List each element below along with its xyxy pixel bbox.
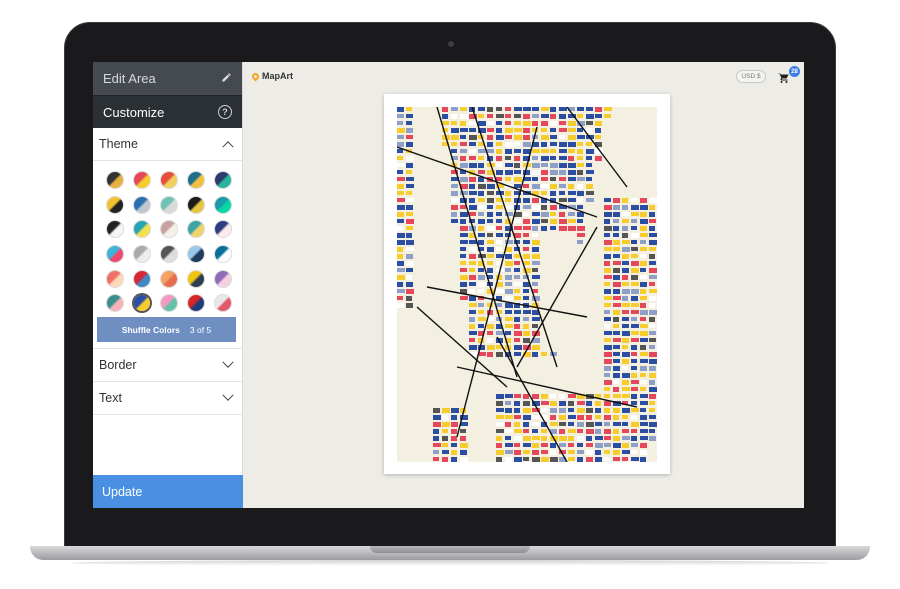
theme-swatch[interactable] — [134, 295, 150, 312]
customize-header[interactable]: Customize ? — [93, 95, 242, 128]
theme-swatch[interactable] — [134, 270, 150, 287]
laptop-notch — [370, 546, 530, 553]
theme-swatch[interactable] — [161, 270, 177, 287]
currency-selector[interactable]: USD $ — [736, 70, 766, 83]
customize-label: Customize — [103, 104, 165, 120]
theme-swatch[interactable] — [161, 221, 177, 238]
logo-text: MapArt — [262, 71, 293, 81]
theme-swatch[interactable] — [215, 221, 231, 238]
theme-section-toggle[interactable]: Theme — [93, 128, 242, 161]
edit-area-header[interactable]: Edit Area — [93, 62, 242, 95]
theme-swatch[interactable] — [161, 295, 177, 312]
chevron-down-icon — [222, 356, 234, 368]
theme-swatch-grid — [93, 161, 242, 313]
city-map-graphic — [397, 107, 657, 462]
sidebar: Edit Area Customize ? Theme Shuffle Colo… — [93, 62, 243, 508]
theme-swatch[interactable] — [215, 245, 231, 262]
map-poster — [384, 94, 670, 474]
theme-swatch[interactable] — [161, 172, 177, 188]
theme-swatch[interactable] — [107, 221, 123, 238]
cart-icon[interactable] — [778, 72, 790, 84]
theme-swatch[interactable] — [161, 196, 177, 213]
text-section-toggle[interactable]: Text — [93, 382, 242, 415]
pencil-icon[interactable] — [221, 71, 232, 86]
mapart-logo[interactable]: MapArt — [250, 71, 293, 81]
map-pin-icon — [250, 71, 261, 81]
edit-area-label: Edit Area — [103, 71, 156, 86]
theme-swatch[interactable] — [188, 196, 204, 213]
theme-swatch[interactable] — [188, 245, 204, 262]
theme-swatch[interactable] — [215, 196, 231, 213]
update-button[interactable]: Update — [93, 475, 243, 508]
border-section-toggle[interactable]: Border — [93, 349, 242, 382]
webcam — [448, 41, 454, 47]
laptop-mockup: Edit Area Customize ? Theme Shuffle Colo… — [0, 0, 900, 589]
theme-swatch[interactable] — [107, 245, 123, 262]
theme-swatch[interactable] — [188, 295, 204, 312]
theme-swatch[interactable] — [188, 270, 204, 287]
help-icon[interactable]: ? — [218, 105, 232, 119]
theme-label: Theme — [99, 137, 138, 151]
theme-panel: Shuffle Colors 3 of 5 — [93, 161, 242, 349]
chevron-down-icon — [222, 389, 234, 401]
theme-swatch[interactable] — [107, 270, 123, 287]
laptop-shadow — [70, 560, 830, 566]
theme-swatch[interactable] — [134, 245, 150, 262]
chevron-up-icon — [222, 141, 234, 153]
shuffle-colors-label: Shuffle Colors — [121, 324, 180, 335]
shuffle-count: 3 of 5 — [189, 324, 212, 335]
app-screen: Edit Area Customize ? Theme Shuffle Colo… — [93, 62, 804, 508]
theme-swatch[interactable] — [188, 221, 204, 238]
theme-swatch[interactable] — [215, 295, 231, 312]
cart-count-badge: 28 — [789, 66, 800, 77]
theme-swatch[interactable] — [107, 196, 123, 213]
theme-swatch[interactable] — [134, 196, 150, 213]
city-map[interactable] — [397, 107, 657, 462]
theme-swatch[interactable] — [215, 270, 231, 287]
theme-swatch[interactable] — [107, 295, 123, 312]
shuffle-colors-button[interactable]: Shuffle Colors 3 of 5 — [97, 317, 236, 342]
theme-swatch[interactable] — [134, 172, 150, 188]
text-label: Text — [99, 391, 122, 405]
theme-swatch[interactable] — [134, 221, 150, 238]
theme-swatch[interactable] — [107, 172, 123, 188]
theme-swatch[interactable] — [161, 245, 177, 262]
border-label: Border — [99, 358, 137, 372]
theme-swatch[interactable] — [188, 172, 204, 188]
theme-swatch[interactable] — [215, 172, 231, 188]
